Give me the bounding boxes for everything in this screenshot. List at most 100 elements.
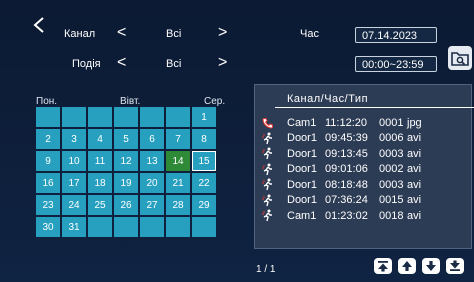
record-channel: Door1 xyxy=(287,194,317,207)
motion-icon xyxy=(259,194,277,207)
calendar-day[interactable]: 7 xyxy=(166,129,190,149)
calendar-day[interactable]: 16 xyxy=(36,173,60,193)
record-time: 11:12:20 xyxy=(325,116,368,129)
next-page-button[interactable] xyxy=(422,258,440,274)
calendar-day[interactable]: 11 xyxy=(88,151,112,171)
time-range-field[interactable]: 00:00~23:59 xyxy=(355,56,437,72)
calendar-empty-cell xyxy=(166,107,190,127)
record-row[interactable]: Door1 09:01:06 0002 avi xyxy=(259,162,422,178)
record-number: 0006 xyxy=(379,132,404,145)
calendar-empty-cell xyxy=(88,107,112,127)
first-page-button[interactable] xyxy=(374,258,392,274)
calendar-day[interactable]: 18 xyxy=(88,173,112,193)
record-time: 09:45:39 xyxy=(325,132,368,145)
calendar-day[interactable]: 25 xyxy=(88,195,112,215)
page-indicator: 1 / 1 xyxy=(256,264,276,275)
calendar-day[interactable]: 8 xyxy=(192,129,216,149)
motion-icon xyxy=(259,209,277,222)
calendar-day[interactable]: 19 xyxy=(114,173,138,193)
record-number: 0003 xyxy=(379,178,404,191)
calendar-day[interactable]: 6 xyxy=(140,129,164,149)
calendar-day[interactable]: 29 xyxy=(192,195,216,215)
calendar-day[interactable]: 14 xyxy=(166,151,190,171)
time-label: Час xyxy=(300,28,319,40)
channel-next-arrow[interactable]: > xyxy=(218,25,227,41)
weekday-header-sun: Сер. xyxy=(204,96,226,107)
record-row[interactable]: Cam1 11:12:20 0001 jpg xyxy=(259,115,422,131)
calendar-day[interactable]: 17 xyxy=(62,173,86,193)
motion-icon xyxy=(259,163,277,176)
record-row[interactable]: Door1 07:36:24 0015 avi xyxy=(259,193,422,209)
record-type: avi xyxy=(407,147,422,160)
calendar-day[interactable]: 28 xyxy=(166,195,190,215)
motion-icon xyxy=(259,132,277,145)
record-channel: Door1 xyxy=(287,163,317,176)
back-arrow-icon[interactable] xyxy=(30,16,48,34)
prev-page-button[interactable] xyxy=(398,258,416,274)
calendar-day[interactable]: 15 xyxy=(192,151,216,171)
calendar-day[interactable]: 2 xyxy=(36,129,60,149)
calendar-day[interactable]: 1 xyxy=(192,107,216,127)
record-type: avi xyxy=(407,194,422,207)
double-down-icon xyxy=(450,260,460,271)
record-row[interactable]: Cam1 01:23:02 0018 avi xyxy=(259,208,422,224)
calendar-day[interactable]: 10 xyxy=(62,151,86,171)
record-type: avi xyxy=(407,209,422,222)
calendar-empty-cell xyxy=(62,107,86,127)
calendar-day[interactable]: 23 xyxy=(36,195,60,215)
record-number: 0018 xyxy=(379,209,404,222)
calendar-empty-cell xyxy=(166,217,190,237)
date-field[interactable]: 07.14.2023 xyxy=(355,27,437,43)
records-panel: Канал/Час/Тип Cam1 11:12:20 0001 jpg Door1 09… xyxy=(254,84,474,249)
calendar-day[interactable]: 20 xyxy=(140,173,164,193)
arrow-up-icon xyxy=(402,261,412,271)
calendar-day[interactable]: 26 xyxy=(114,195,138,215)
record-channel: Cam1 xyxy=(287,116,317,129)
record-number: 0001 xyxy=(379,116,404,129)
record-time: 01:23:02 xyxy=(325,209,368,222)
calendar-day[interactable]: 12 xyxy=(114,151,138,171)
channel-label: Канал xyxy=(64,28,96,40)
calendar-day[interactable]: 27 xyxy=(140,195,164,215)
event-prev-arrow[interactable]: < xyxy=(117,55,126,71)
event-next-arrow[interactable]: > xyxy=(218,55,227,71)
record-row[interactable]: Door1 09:45:39 0006 avi xyxy=(259,131,422,147)
search-folder-button[interactable] xyxy=(448,46,472,70)
double-up-icon xyxy=(378,261,388,272)
playback-screen: Канал < Всі > Подія < Всі > Час 07.14.20… xyxy=(0,0,474,282)
calendar-day[interactable]: 30 xyxy=(36,217,60,237)
record-time: 08:18:48 xyxy=(325,178,368,191)
motion-icon xyxy=(259,147,277,160)
channel-value: Всі xyxy=(166,28,182,40)
folder-search-icon xyxy=(451,52,469,66)
motion-icon xyxy=(259,178,277,191)
event-value: Всі xyxy=(166,58,182,70)
calendar-empty-cell xyxy=(140,107,164,127)
weekday-header-wed: Вівт. xyxy=(120,96,141,107)
arrow-down-icon xyxy=(426,261,436,271)
calendar-day[interactable]: 9 xyxy=(36,151,60,171)
last-page-button[interactable] xyxy=(446,258,464,274)
calendar-day[interactable]: 5 xyxy=(114,129,138,149)
record-channel: Door1 xyxy=(287,132,317,145)
calendar-day[interactable]: 31 xyxy=(62,217,86,237)
record-number: 0002 xyxy=(379,163,404,176)
record-row[interactable]: Door1 09:13:45 0003 avi xyxy=(259,146,422,162)
calendar-day[interactable]: 13 xyxy=(140,151,164,171)
calendar-day[interactable]: 24 xyxy=(62,195,86,215)
weekday-header-mon: Пон. xyxy=(36,96,58,107)
calendar-empty-cell xyxy=(36,107,60,127)
calendar-day[interactable]: 22 xyxy=(192,173,216,193)
channel-prev-arrow[interactable]: < xyxy=(117,25,126,41)
record-channel: Door1 xyxy=(287,147,317,160)
record-type: jpg xyxy=(407,116,422,129)
calendar-day[interactable]: 3 xyxy=(62,129,86,149)
record-channel: Cam1 xyxy=(287,209,317,222)
record-type: avi xyxy=(407,163,422,176)
record-row[interactable]: Door1 08:18:48 0003 avi xyxy=(259,177,422,193)
calendar-day[interactable]: 21 xyxy=(166,173,190,193)
record-number: 0003 xyxy=(379,147,404,160)
calendar-day[interactable]: 4 xyxy=(88,129,112,149)
calendar-empty-cell xyxy=(140,217,164,237)
record-type: avi xyxy=(407,132,422,145)
